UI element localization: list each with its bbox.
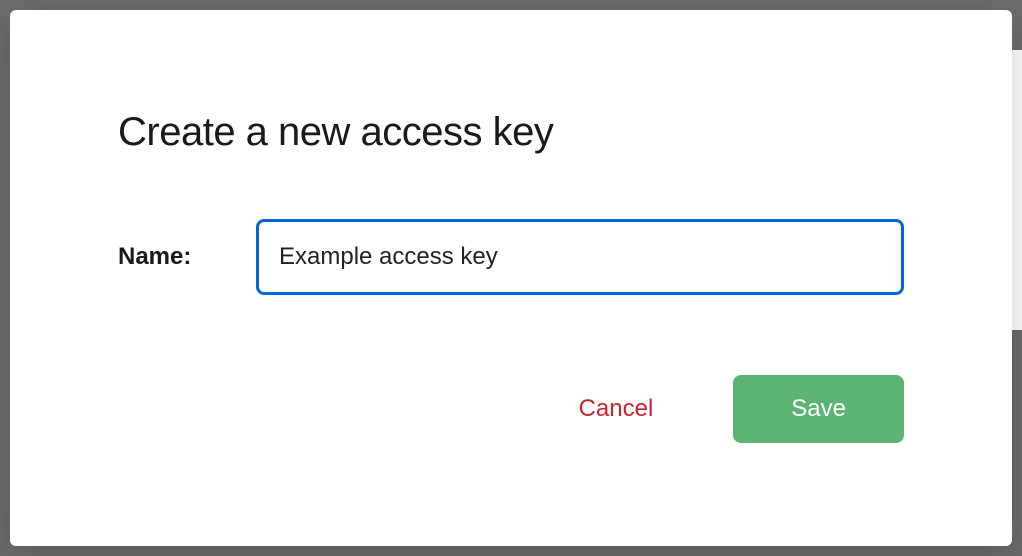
cancel-button[interactable]: Cancel	[579, 395, 654, 423]
name-label: Name:	[118, 243, 208, 271]
name-input[interactable]	[256, 219, 904, 295]
modal-title: Create a new access key	[118, 110, 904, 155]
name-form-row: Name:	[118, 219, 904, 295]
create-access-key-modal: Create a new access key Name: Cancel Sav…	[10, 10, 1012, 546]
modal-button-row: Cancel Save	[118, 375, 904, 443]
save-button[interactable]: Save	[733, 375, 904, 443]
